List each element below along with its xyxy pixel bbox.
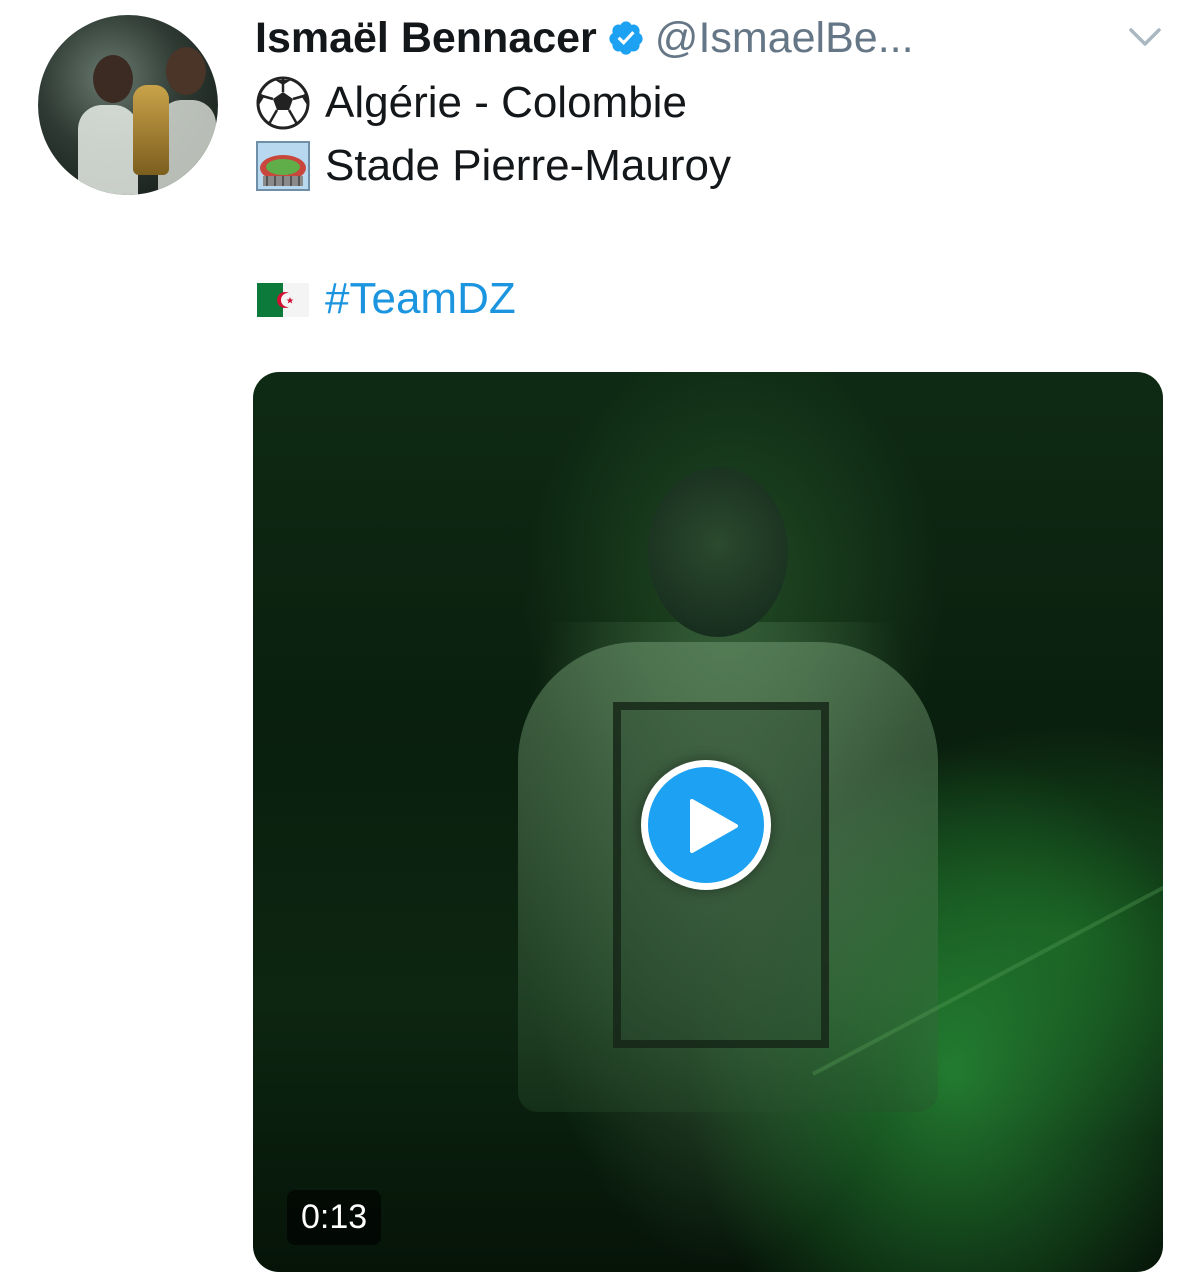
trophy-icon (133, 85, 169, 175)
tweet-text: Stade Pierre-Mauroy (325, 141, 731, 190)
algeria-flag-icon (257, 283, 309, 317)
soccer-ball-icon (256, 76, 310, 130)
verified-badge-icon (609, 21, 643, 55)
tweet-hashtag-line: #TeamDZ (255, 268, 516, 330)
avatar[interactable] (38, 15, 218, 195)
avatar-figure-head (166, 47, 206, 95)
author-name[interactable]: Ismaël Bennacer (255, 14, 597, 63)
tweet-text-line: Algérie - Colombie (255, 72, 687, 134)
stadium-icon (256, 141, 310, 191)
video-duration: 0:13 (287, 1190, 382, 1245)
hashtag-link[interactable]: #TeamDZ (325, 274, 516, 324)
play-icon (690, 799, 738, 853)
tweet-text-line: Stade Pierre-Mauroy (255, 135, 731, 197)
tweet-header: Ismaël Bennacer @IsmaelBe... (255, 8, 914, 68)
play-button[interactable] (641, 760, 771, 890)
chevron-down-icon[interactable] (1125, 22, 1165, 52)
avatar-figure-head (93, 55, 133, 103)
avatar-figure-body (78, 105, 138, 195)
video-thumbnail-head (648, 467, 788, 637)
tweet-text: Algérie - Colombie (325, 78, 687, 127)
video-player[interactable]: 0:13 (253, 372, 1163, 1272)
author-handle[interactable]: @IsmaelBe... (655, 14, 914, 63)
